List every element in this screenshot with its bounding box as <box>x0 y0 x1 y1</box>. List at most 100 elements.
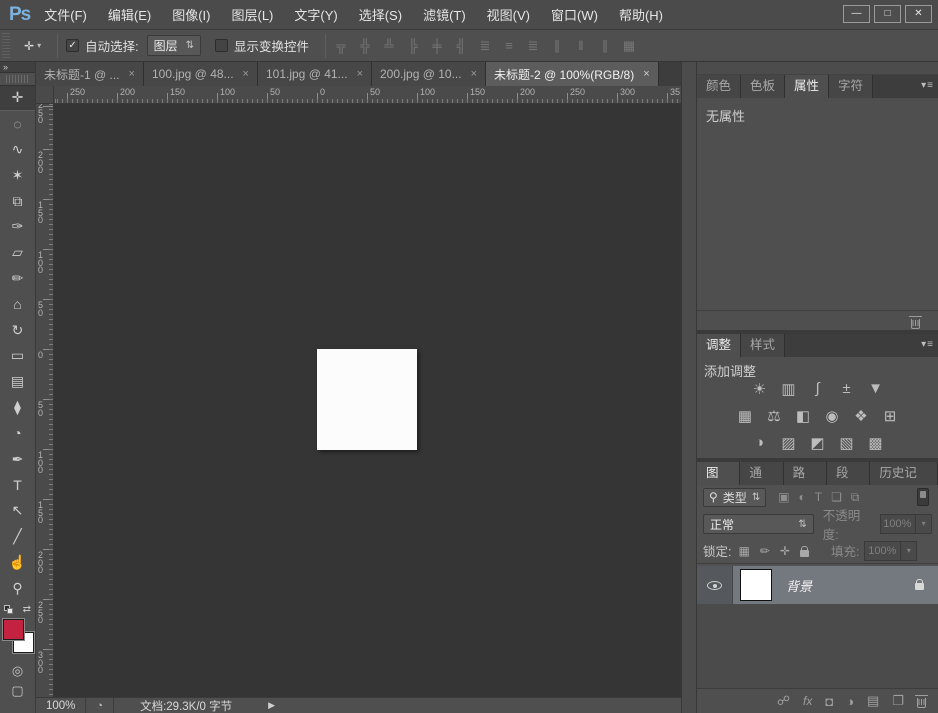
distribute-top-edges-icon[interactable]: ≣ <box>478 38 492 54</box>
align-vertical-centers-icon[interactable]: ╬ <box>358 38 372 53</box>
dock-header[interactable] <box>697 62 938 75</box>
distribute-vertical-centers-icon[interactable]: ≡ <box>502 38 516 53</box>
black-white-icon[interactable]: ◧ <box>794 407 812 425</box>
menu-item[interactable]: 编辑(E) <box>108 5 151 24</box>
align-horizontal-centers-icon[interactable]: ╪ <box>430 38 444 53</box>
posterize-icon[interactable]: ▨ <box>780 434 798 452</box>
tab-paths[interactable]: 路径 <box>784 462 827 485</box>
filter-smart-objects-icon[interactable]: ⧉ <box>851 490 860 505</box>
filter-type-layers-icon[interactable]: T <box>815 490 822 505</box>
align-top-edges-icon[interactable]: ╦ <box>334 38 348 53</box>
close-button[interactable]: ✕ <box>905 5 932 23</box>
delete-layer-icon[interactable] <box>917 698 926 708</box>
vibrance-icon[interactable]: ▼ <box>867 380 885 398</box>
close-tab-icon[interactable]: × <box>243 68 249 80</box>
blur-tool[interactable]: ⧫ <box>0 395 35 421</box>
curves-icon[interactable]: ∫ <box>809 380 827 398</box>
horizontal-ruler[interactable]: 2502001501005005010015020025030035 <box>54 86 681 104</box>
zoom-tool[interactable]: ⚲ <box>0 575 35 601</box>
menu-item[interactable]: 窗口(W) <box>551 5 598 24</box>
distribute-horizontal-centers-icon[interactable]: ‖ <box>574 38 588 53</box>
lock-transparency-icon[interactable]: ▦ <box>738 544 749 558</box>
collapse-panel-icon[interactable]: » <box>0 62 35 73</box>
close-tab-icon[interactable]: × <box>357 68 363 80</box>
menu-item[interactable]: 图层(L) <box>231 5 273 24</box>
close-tab-icon[interactable]: × <box>129 68 135 80</box>
auto-select-checkbox[interactable]: ✓ <box>66 39 79 52</box>
auto-align-layers-icon[interactable]: ▦ <box>622 38 636 54</box>
menu-item[interactable]: 选择(S) <box>359 5 402 24</box>
document-tab-4[interactable]: 200.jpg @ 10... × <box>372 62 486 86</box>
distribute-right-edges-icon[interactable]: ∥ <box>598 38 612 54</box>
menu-item[interactable]: 帮助(H) <box>619 5 663 24</box>
dodge-tool[interactable]: ◔ <box>0 420 35 446</box>
tab-channels[interactable]: 通道 <box>740 462 783 485</box>
filter-adjustment-layers-icon[interactable]: ◐ <box>799 490 806 505</box>
adjustment-layer-icon[interactable]: ◑ <box>846 694 854 709</box>
panel-grip[interactable] <box>6 75 29 83</box>
lock-pixels-icon[interactable]: ✏ <box>760 544 770 558</box>
tab-layers[interactable]: 图层 <box>697 462 740 485</box>
menu-item[interactable]: 文字(Y) <box>294 5 337 24</box>
distribute-left-edges-icon[interactable]: ∥ <box>550 38 564 54</box>
filter-pixel-layers-icon[interactable]: ▣ <box>778 490 789 505</box>
marquee-tool[interactable]: ◌ <box>0 111 35 137</box>
link-layers-icon[interactable]: ☍ <box>777 693 790 709</box>
document-canvas[interactable] <box>317 349 417 450</box>
dock-divider[interactable] <box>681 62 697 713</box>
delete-icon[interactable] <box>911 319 920 329</box>
selective-color-icon[interactable]: ▩ <box>867 434 885 452</box>
blend-mode-dropdown[interactable]: 正常 ⇅ <box>703 514 814 534</box>
document-tab-5[interactable]: 未标题-2 @ 100%(RGB/8) × <box>486 62 659 86</box>
tab-color[interactable]: 颜色 <box>697 75 741 98</box>
hue-saturation-icon[interactable]: ▦ <box>736 407 754 425</box>
foreground-color-swatch[interactable] <box>3 619 24 640</box>
channel-mixer-icon[interactable]: ❖ <box>852 407 870 425</box>
zoom-level-field[interactable]: 100% <box>36 700 85 712</box>
opacity-caret-icon[interactable]: ▾ <box>916 514 932 534</box>
magic-wand-tool[interactable]: ✶ <box>0 162 35 188</box>
layer-list-empty-area[interactable] <box>697 604 938 688</box>
path-selection-tool[interactable]: ↖ <box>0 498 35 524</box>
layer-mask-icon[interactable]: ◘ <box>825 694 833 709</box>
lock-position-icon[interactable]: ✛ <box>780 544 790 558</box>
layer-thumbnail[interactable] <box>740 569 772 601</box>
fill-value[interactable]: 100% <box>864 541 901 561</box>
screen-mode-button[interactable]: ▢ <box>0 681 35 701</box>
line-tool[interactable]: ╱ <box>0 524 35 550</box>
history-brush-tool[interactable]: ↻ <box>0 317 35 343</box>
gradient-map-icon[interactable]: ▧ <box>838 434 856 452</box>
document-tab-2[interactable]: 100.jpg @ 48... × <box>144 62 258 86</box>
pen-tool[interactable]: ✒ <box>0 446 35 472</box>
menu-item[interactable]: 视图(V) <box>487 5 530 24</box>
menu-item[interactable]: 滤镜(T) <box>423 5 466 24</box>
move-tool[interactable]: ✛ <box>0 85 35 111</box>
new-group-icon[interactable]: ▤ <box>867 693 879 709</box>
close-tab-icon[interactable]: × <box>643 68 649 80</box>
vertical-ruler[interactable]: 2 5 02 0 01 5 01 0 05 005 01 0 01 5 02 0… <box>36 104 54 697</box>
gradient-tool[interactable]: ▤ <box>0 369 35 395</box>
layer-style-icon[interactable]: fx <box>803 694 812 708</box>
hand-tool[interactable]: ☝ <box>0 549 35 575</box>
healing-brush-tool[interactable]: ▱ <box>0 240 35 266</box>
status-flyout-arrow-icon[interactable]: ▶ <box>258 700 275 711</box>
new-layer-icon[interactable]: ❐ <box>892 693 904 709</box>
type-tool[interactable]: T <box>0 472 35 498</box>
swap-colors-icon[interactable]: ⇄ <box>23 604 31 615</box>
auto-select-target-dropdown[interactable]: 图层 ⇅ <box>147 35 201 56</box>
eraser-tool[interactable]: ▭ <box>0 343 35 369</box>
tab-properties[interactable]: 属性 <box>785 75 829 98</box>
tab-styles[interactable]: 样式 <box>741 334 785 357</box>
quick-mask-button[interactable]: ◎ <box>0 661 35 681</box>
crop-tool[interactable]: ⧉ <box>0 188 35 214</box>
invert-icon[interactable]: ◑ <box>751 434 769 452</box>
fill-caret-icon[interactable]: ▾ <box>901 541 917 561</box>
levels-icon[interactable]: ▥ <box>780 380 798 398</box>
canvas-workspace[interactable] <box>54 104 681 697</box>
menu-item[interactable]: 图像(I) <box>172 5 210 24</box>
default-colors-icon[interactable] <box>4 605 14 615</box>
menu-item[interactable]: 文件(F) <box>44 5 87 24</box>
panel-menu-icon[interactable]: ▾≡ <box>921 339 934 350</box>
photo-filter-icon[interactable]: ◉ <box>823 407 841 425</box>
exposure-icon[interactable]: ± <box>838 380 856 398</box>
